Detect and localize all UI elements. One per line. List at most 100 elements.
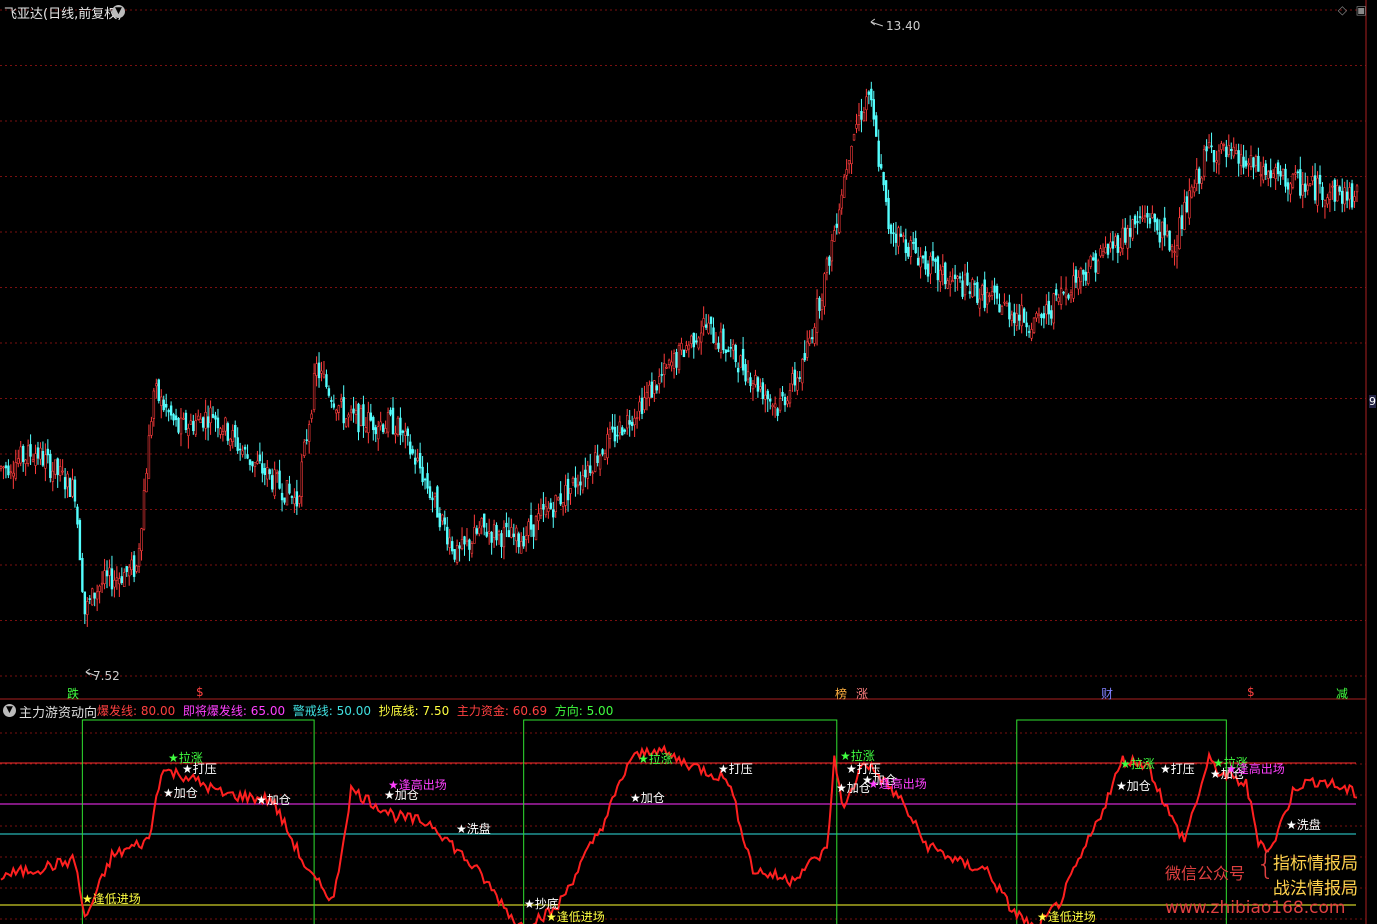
candle-body: [613, 426, 617, 442]
candle-body: [337, 405, 340, 413]
candle-body: [41, 451, 45, 466]
candle-body: [475, 528, 479, 534]
candle-body: [549, 502, 552, 509]
candle-body: [103, 570, 106, 585]
candle-body: [236, 437, 239, 451]
candle-body: [534, 516, 538, 541]
candle-body: [409, 441, 412, 455]
marker-zhang[interactable]: 涨: [856, 685, 868, 702]
candle-body: [1109, 241, 1112, 249]
marker-jian[interactable]: 减: [1336, 685, 1348, 702]
candle-body: [401, 430, 405, 433]
candle-body: [1062, 291, 1065, 294]
candle-body: [953, 274, 957, 280]
candle-body: [458, 545, 461, 549]
candle-body: [46, 448, 50, 456]
candle-body: [389, 409, 392, 415]
candle-body: [1195, 169, 1198, 185]
candle-body: [76, 506, 79, 525]
candle-body: [26, 445, 30, 464]
candle-body: [1018, 314, 1021, 321]
signal-lazhang: ★拉涨: [1120, 756, 1155, 771]
candle-body: [611, 426, 614, 430]
candle-body: [983, 279, 986, 308]
candle-body: [317, 362, 321, 379]
candle-body: [335, 409, 338, 414]
signal-chaodi: ★抄底: [524, 896, 559, 911]
candle-body: [559, 493, 562, 505]
marker-die[interactable]: 跌: [67, 685, 79, 702]
candle-body: [270, 475, 274, 490]
candle-body: [1190, 186, 1194, 198]
candle-body: [1185, 196, 1189, 213]
candle-body: [1313, 175, 1317, 201]
candle-body: [433, 492, 437, 498]
candle-body: [517, 533, 520, 548]
candle-body: [1101, 251, 1105, 256]
marker-cai[interactable]: 财: [1101, 685, 1113, 702]
candle-body: [201, 417, 205, 428]
candle-body: [515, 527, 518, 542]
candle-body: [340, 398, 343, 402]
candle-body: [1030, 329, 1033, 339]
candle-body: [1037, 313, 1041, 317]
candle-body: [1326, 197, 1329, 205]
low-price-label: 7.52: [93, 669, 120, 683]
candle-body: [1323, 200, 1327, 207]
signal-fenggao: ★逢高出场: [1226, 761, 1285, 776]
candle-body: [778, 398, 782, 411]
diamond-icon[interactable]: ◇: [1338, 3, 1347, 17]
candle-body: [300, 461, 303, 497]
candle-body: [1133, 215, 1137, 225]
candle-body: [224, 417, 227, 432]
candle-body: [118, 578, 121, 585]
candle-body: [1055, 289, 1058, 296]
candle-body: [589, 465, 592, 473]
candle-body: [473, 527, 476, 544]
candle-body: [327, 388, 331, 396]
candle-body: [206, 416, 210, 428]
candle-body: [344, 418, 348, 427]
candle-body: [722, 328, 725, 351]
candle-body: [273, 469, 276, 497]
candle-body: [958, 276, 962, 279]
candle-body: [855, 124, 858, 129]
signal-jiacang: ★加仓: [163, 786, 198, 800]
candle-body: [137, 548, 141, 567]
marker-bang[interactable]: 榜: [835, 685, 847, 702]
title-dropdown-icon[interactable]: ▼: [112, 5, 125, 18]
candle-body: [349, 409, 353, 413]
candle-body: [120, 576, 124, 584]
candle-body: [1175, 245, 1179, 257]
candle-body: [421, 466, 424, 483]
candle-body: [702, 318, 705, 327]
candle-body: [56, 458, 59, 476]
candle-body: [342, 397, 345, 424]
candle-body: [801, 359, 804, 384]
candle-body: [386, 412, 390, 433]
marker-dollar-2[interactable]: $: [1247, 685, 1255, 699]
indicator-dropdown-icon[interactable]: ▼: [3, 704, 16, 717]
candle-body: [574, 477, 577, 488]
candle-body: [164, 403, 168, 408]
candle-body: [1212, 150, 1216, 163]
watermark-line1: 指标情报局: [1273, 854, 1358, 874]
window-icon[interactable]: ▣: [1356, 3, 1367, 17]
candle-body: [520, 541, 523, 554]
candle-body: [1087, 272, 1090, 284]
marker-dollar[interactable]: $: [196, 685, 204, 699]
signal-jiacang: ★加仓: [256, 793, 291, 807]
candle-body: [944, 262, 947, 285]
candle-body: [867, 91, 871, 95]
candle-body: [221, 431, 225, 435]
indicator-name[interactable]: 主力游资动向: [19, 702, 97, 721]
candle-body: [1205, 146, 1208, 152]
candle-body: [226, 423, 230, 441]
candle-body: [961, 280, 964, 297]
candle-body: [86, 601, 89, 615]
candle-body: [788, 390, 792, 404]
candle-body: [734, 345, 737, 363]
candle-body: [423, 478, 427, 481]
signal-fenggao: ★逢高出场: [388, 777, 447, 792]
candle-body: [909, 240, 912, 257]
